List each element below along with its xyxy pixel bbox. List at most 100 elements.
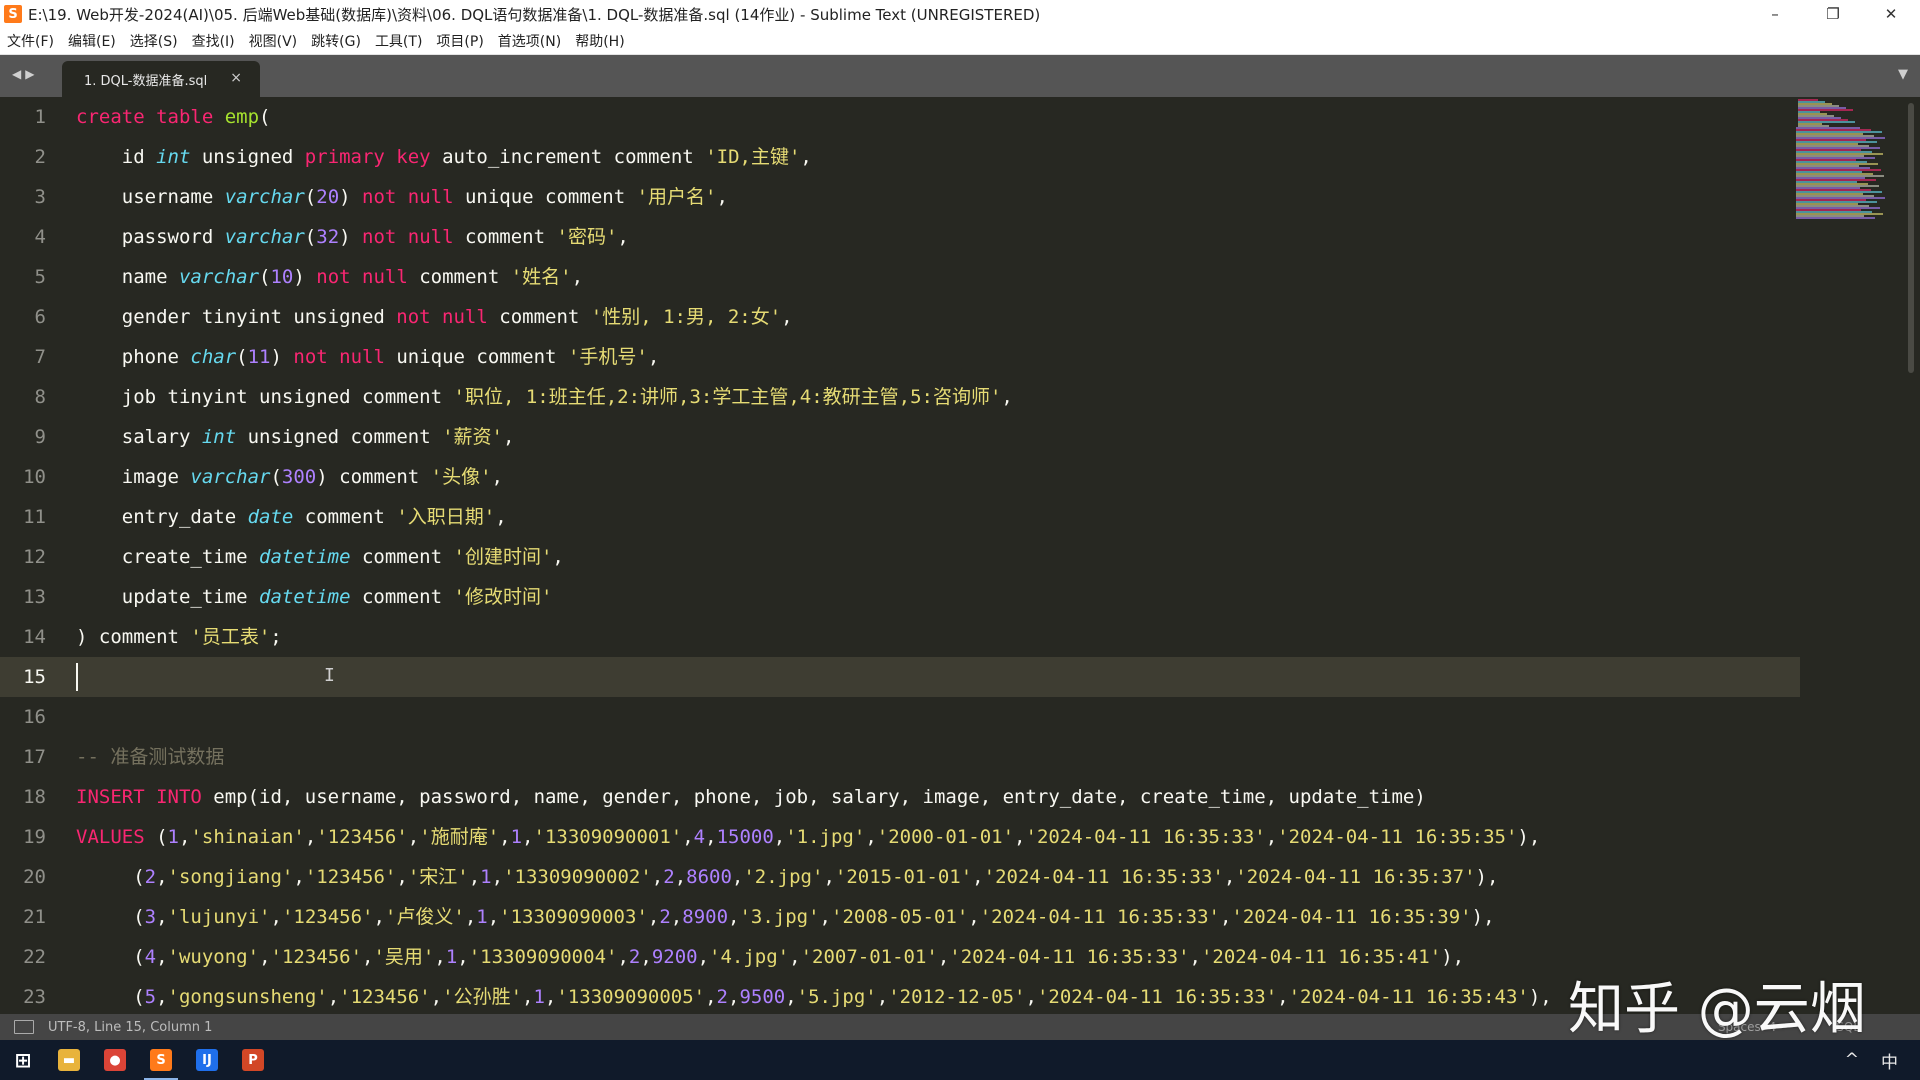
menu-item-8[interactable]: 首选项(N) xyxy=(491,31,568,51)
code-token: , xyxy=(499,826,511,848)
code-token: '2000-01-01' xyxy=(876,826,1015,848)
windows-start-icon: ⊞ xyxy=(12,1048,34,1072)
code-token: , xyxy=(396,866,408,888)
code-token: '卢俊义' xyxy=(384,906,465,928)
active-line-highlight xyxy=(0,657,1800,697)
menu-item-5[interactable]: 跳转(G) xyxy=(304,31,368,51)
code-token: ) xyxy=(270,346,294,368)
minimize-button[interactable]: – xyxy=(1746,0,1804,28)
windows-start-taskbar-button[interactable]: ⊞ xyxy=(0,1040,46,1080)
code-token: entry_date xyxy=(76,506,248,528)
menu-item-2[interactable]: 选择(S) xyxy=(123,31,185,51)
code-token: '2024-04-11 16:35:33' xyxy=(949,946,1190,968)
code-line[interactable]: password varchar(32) not null comment '密… xyxy=(76,217,629,257)
code-token: '手机号' xyxy=(567,346,648,368)
line-number: 10 xyxy=(23,466,46,488)
chrome-taskbar-button[interactable]: ● xyxy=(92,1040,138,1080)
code-token: datetime xyxy=(259,546,351,568)
code-line[interactable]: create_time datetime comment '创建时间', xyxy=(76,537,564,577)
code-token: '2024-04-11 16:35:41' xyxy=(1200,946,1442,968)
code-token: , xyxy=(544,986,557,1008)
code-token: '性别, 1:男, 2:女' xyxy=(590,306,782,328)
code-token: , xyxy=(468,866,481,888)
code-line[interactable]: gender tinyint unsigned not null comment… xyxy=(76,297,793,337)
code-token: '2.jpg' xyxy=(743,866,824,888)
vertical-scrollbar[interactable] xyxy=(1908,103,1914,373)
code-token: , xyxy=(617,946,629,968)
code-line[interactable]: (3,'lujunyi','123456','卢俊义',1,'133090900… xyxy=(76,897,1494,937)
code-line[interactable]: name varchar(10) not null comment '姓名', xyxy=(76,257,583,297)
code-line[interactable]: create table emp( xyxy=(76,97,271,137)
code-line[interactable]: id int unsigned primary key auto_increme… xyxy=(76,137,812,177)
menu-item-7[interactable]: 项目(P) xyxy=(429,31,490,51)
code-token: 2 xyxy=(628,946,641,968)
line-number: 18 xyxy=(23,786,46,808)
code-token: , xyxy=(674,866,687,888)
code-token: '2024-04-11 16:35:39' xyxy=(1231,906,1472,928)
code-line[interactable]: (4,'wuyong','123456','吴用',1,'13309090004… xyxy=(76,937,1464,977)
tab-close-icon[interactable]: × xyxy=(230,70,242,86)
menu-item-0[interactable]: 文件(F) xyxy=(0,31,61,51)
code-token: '13309090005' xyxy=(556,986,706,1008)
code-token: 1 xyxy=(533,986,545,1008)
code-token: not null xyxy=(362,226,454,248)
code-token: create_time xyxy=(76,546,260,568)
code-token: , xyxy=(876,986,889,1008)
code-token: 4 xyxy=(144,946,157,968)
code-token: ( xyxy=(304,186,317,208)
code-line[interactable]: phone char(11) not null unique comment '… xyxy=(76,337,660,377)
code-line[interactable]: -- 准备测试数据 xyxy=(76,737,224,777)
code-line[interactable]: entry_date date comment '入职日期', xyxy=(76,497,507,537)
minimap[interactable] xyxy=(1794,99,1890,219)
code-line[interactable]: VALUES (1,'shinaian','123456','施耐庵',1,'1… xyxy=(76,817,1540,857)
tab-dropdown-icon[interactable]: ▼ xyxy=(1898,67,1908,82)
code-line[interactable]: image varchar(300) comment '头像', xyxy=(76,457,503,497)
code-line[interactable]: salary int unsigned comment '薪资', xyxy=(76,417,515,457)
code-token: , xyxy=(293,866,305,888)
panel-toggle-icon[interactable] xyxy=(14,1020,34,1034)
code-line[interactable]: ) comment '员工表'; xyxy=(76,617,282,657)
line-number: 14 xyxy=(23,626,46,648)
code-token: emp(id, username, password, name, gender… xyxy=(201,786,1426,808)
code-token: '2024-04-11 16:35:37' xyxy=(1235,866,1476,888)
powerpoint-taskbar-button[interactable]: P xyxy=(230,1040,276,1080)
line-number: 20 xyxy=(23,866,46,888)
code-line[interactable]: update_time datetime comment '修改时间' xyxy=(76,577,553,617)
code-token: '2008-05-01' xyxy=(831,906,969,928)
file-explorer-taskbar-button[interactable]: ▬ xyxy=(46,1040,92,1080)
menu-item-3[interactable]: 查找(I) xyxy=(185,31,242,51)
code-token: , xyxy=(522,986,534,1008)
code-token: ( xyxy=(76,906,145,928)
code-token: auto_increment comment xyxy=(430,146,706,168)
restore-button[interactable]: ❐ xyxy=(1804,0,1862,28)
code-token: varchar xyxy=(224,186,305,208)
menu-item-1[interactable]: 编辑(E) xyxy=(61,31,123,51)
code-token: , xyxy=(728,986,740,1008)
close-button[interactable]: ✕ xyxy=(1862,0,1920,28)
code-token: , xyxy=(781,306,793,328)
menu-item-6[interactable]: 工具(T) xyxy=(368,31,429,51)
code-token: 8900 xyxy=(682,906,729,928)
code-token: '123456' xyxy=(316,826,408,848)
code-token: '123456' xyxy=(281,906,374,928)
code-line[interactable]: (5,'gongsunsheng','123456','公孙胜',1,'1330… xyxy=(76,977,1552,1014)
code-line[interactable]: job tinyint unsigned comment '职位, 1:班主任,… xyxy=(76,377,1013,417)
code-token: 1 xyxy=(480,866,492,888)
code-token: -- 准备测试数据 xyxy=(76,746,225,768)
code-token: , xyxy=(407,826,420,848)
intellij-taskbar-button[interactable]: IJ xyxy=(184,1040,230,1080)
tray-chevron-icon[interactable]: ^ xyxy=(1845,1050,1859,1070)
code-token: , xyxy=(1223,866,1236,888)
tab-nav-arrows[interactable]: ◀▶ xyxy=(12,67,38,81)
sublime-text-taskbar-button[interactable]: S xyxy=(138,1040,184,1080)
code-token: '宋江' xyxy=(407,866,469,888)
code-token: '2024-04-11 16:35:35' xyxy=(1277,826,1518,848)
ime-indicator[interactable]: 中 xyxy=(1881,1048,1898,1073)
tab-dql-file[interactable]: 1. DQL-数据准备.sql × xyxy=(62,61,260,97)
code-line[interactable]: (2,'songjiang','123456','宋江',1,'13309090… xyxy=(76,857,1498,897)
code-editor[interactable]: 1 2 3 4 5 6 7 8 9 10 11 12 13 14 15 16 17 18 19 20 21 22 23 cr… xyxy=(0,97,1920,1014)
menu-item-4[interactable]: 视图(V) xyxy=(242,31,305,51)
menu-item-9[interactable]: 帮助(H) xyxy=(568,31,631,51)
code-line[interactable]: username varchar(20) not null unique com… xyxy=(76,177,728,217)
code-line[interactable]: INSERT INTO emp(id, username, password, … xyxy=(76,777,1426,817)
